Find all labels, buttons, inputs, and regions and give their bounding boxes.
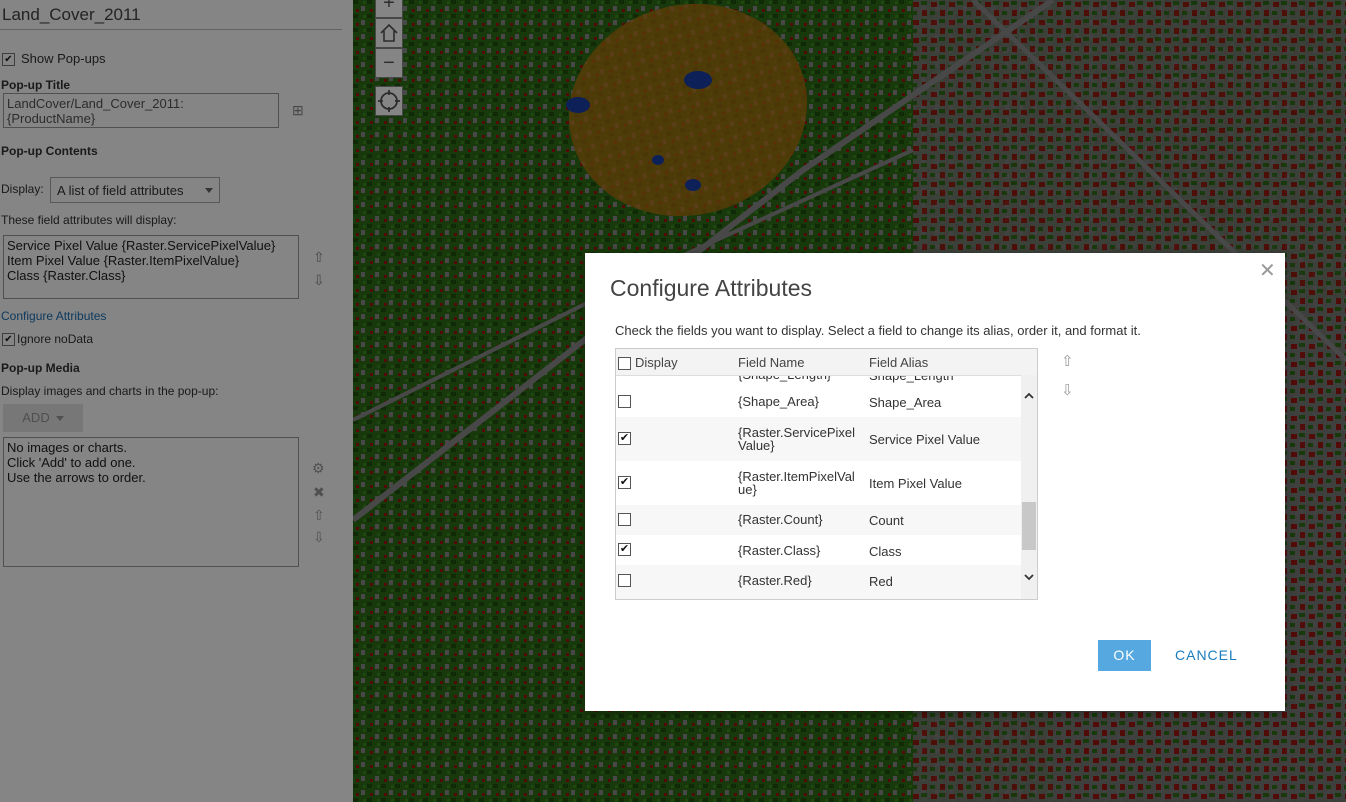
field-alias-cell: Class xyxy=(869,544,902,559)
field-alias-cell: Service Pixel Value xyxy=(869,432,981,447)
close-icon[interactable]: ✕ xyxy=(1259,261,1276,281)
column-header-field-alias[interactable]: Field Alias xyxy=(869,355,928,370)
table-row[interactable]: {Raster.Red} Red xyxy=(616,565,1021,599)
chevron-up-icon[interactable] xyxy=(1023,390,1035,402)
field-alias-cell: Count xyxy=(869,513,904,528)
column-header-display[interactable]: Display xyxy=(635,355,678,370)
row-checkbox[interactable] xyxy=(618,395,631,408)
row-checkbox[interactable] xyxy=(618,432,631,445)
table-row[interactable]: {Raster.Count} Count xyxy=(616,505,1021,535)
ok-button[interactable]: OK xyxy=(1098,640,1151,671)
field-name-cell: {Raster.Count} xyxy=(738,512,823,527)
field-name-line: {Raster.ItemPixelVal xyxy=(738,469,855,484)
field-name-cell: {Raster.ServicePixel Value} xyxy=(738,426,866,452)
column-header-field-name[interactable]: Field Name xyxy=(738,355,804,370)
field-alias-cell: Item Pixel Value xyxy=(869,476,962,491)
dialog-title: Configure Attributes xyxy=(610,275,813,301)
attributes-grid: {Shape_Length} Shape_Length Display Fiel… xyxy=(615,348,1038,600)
arrow-down-icon[interactable]: ⇩ xyxy=(1061,381,1074,399)
field-alias-cell: Red xyxy=(869,574,893,589)
select-all-checkbox[interactable] xyxy=(618,357,631,370)
field-name-cell: {Shape_Area} xyxy=(738,394,819,409)
field-name-line: Value} xyxy=(738,438,775,453)
cancel-button[interactable]: CANCEL xyxy=(1175,640,1238,671)
table-row[interactable]: {Raster.ServicePixel Value} Service Pixe… xyxy=(616,417,1021,461)
dialog-instructions: Check the fields you want to display. Se… xyxy=(615,323,1141,338)
field-name-cell: {Raster.Red} xyxy=(738,573,812,588)
row-checkbox[interactable] xyxy=(618,543,631,556)
configure-attributes-dialog: Configure Attributes ✕ Check the fields … xyxy=(585,253,1285,711)
chevron-down-icon[interactable] xyxy=(1023,571,1035,583)
row-checkbox[interactable] xyxy=(618,476,631,489)
field-name-cell: {Raster.Class} xyxy=(738,543,821,558)
grid-scrollbar[interactable] xyxy=(1021,375,1037,599)
table-row[interactable]: {Raster.Class} Class xyxy=(616,535,1021,565)
row-checkbox[interactable] xyxy=(618,574,631,587)
scrollbar-thumb[interactable] xyxy=(1022,502,1036,550)
table-row[interactable]: {Shape_Area} Shape_Area xyxy=(616,387,1021,417)
field-alias-cell: Shape_Area xyxy=(869,395,942,410)
table-row[interactable]: {Raster.ItemPixelVal ue} Item Pixel Valu… xyxy=(616,461,1021,505)
arrow-up-icon[interactable]: ⇧ xyxy=(1061,352,1074,370)
field-name-line: ue} xyxy=(738,482,757,497)
grid-header: Display Field Name Field Alias xyxy=(616,349,1037,376)
field-name-cell: {Raster.ItemPixelVal ue} xyxy=(738,470,866,496)
row-checkbox[interactable] xyxy=(618,513,631,526)
